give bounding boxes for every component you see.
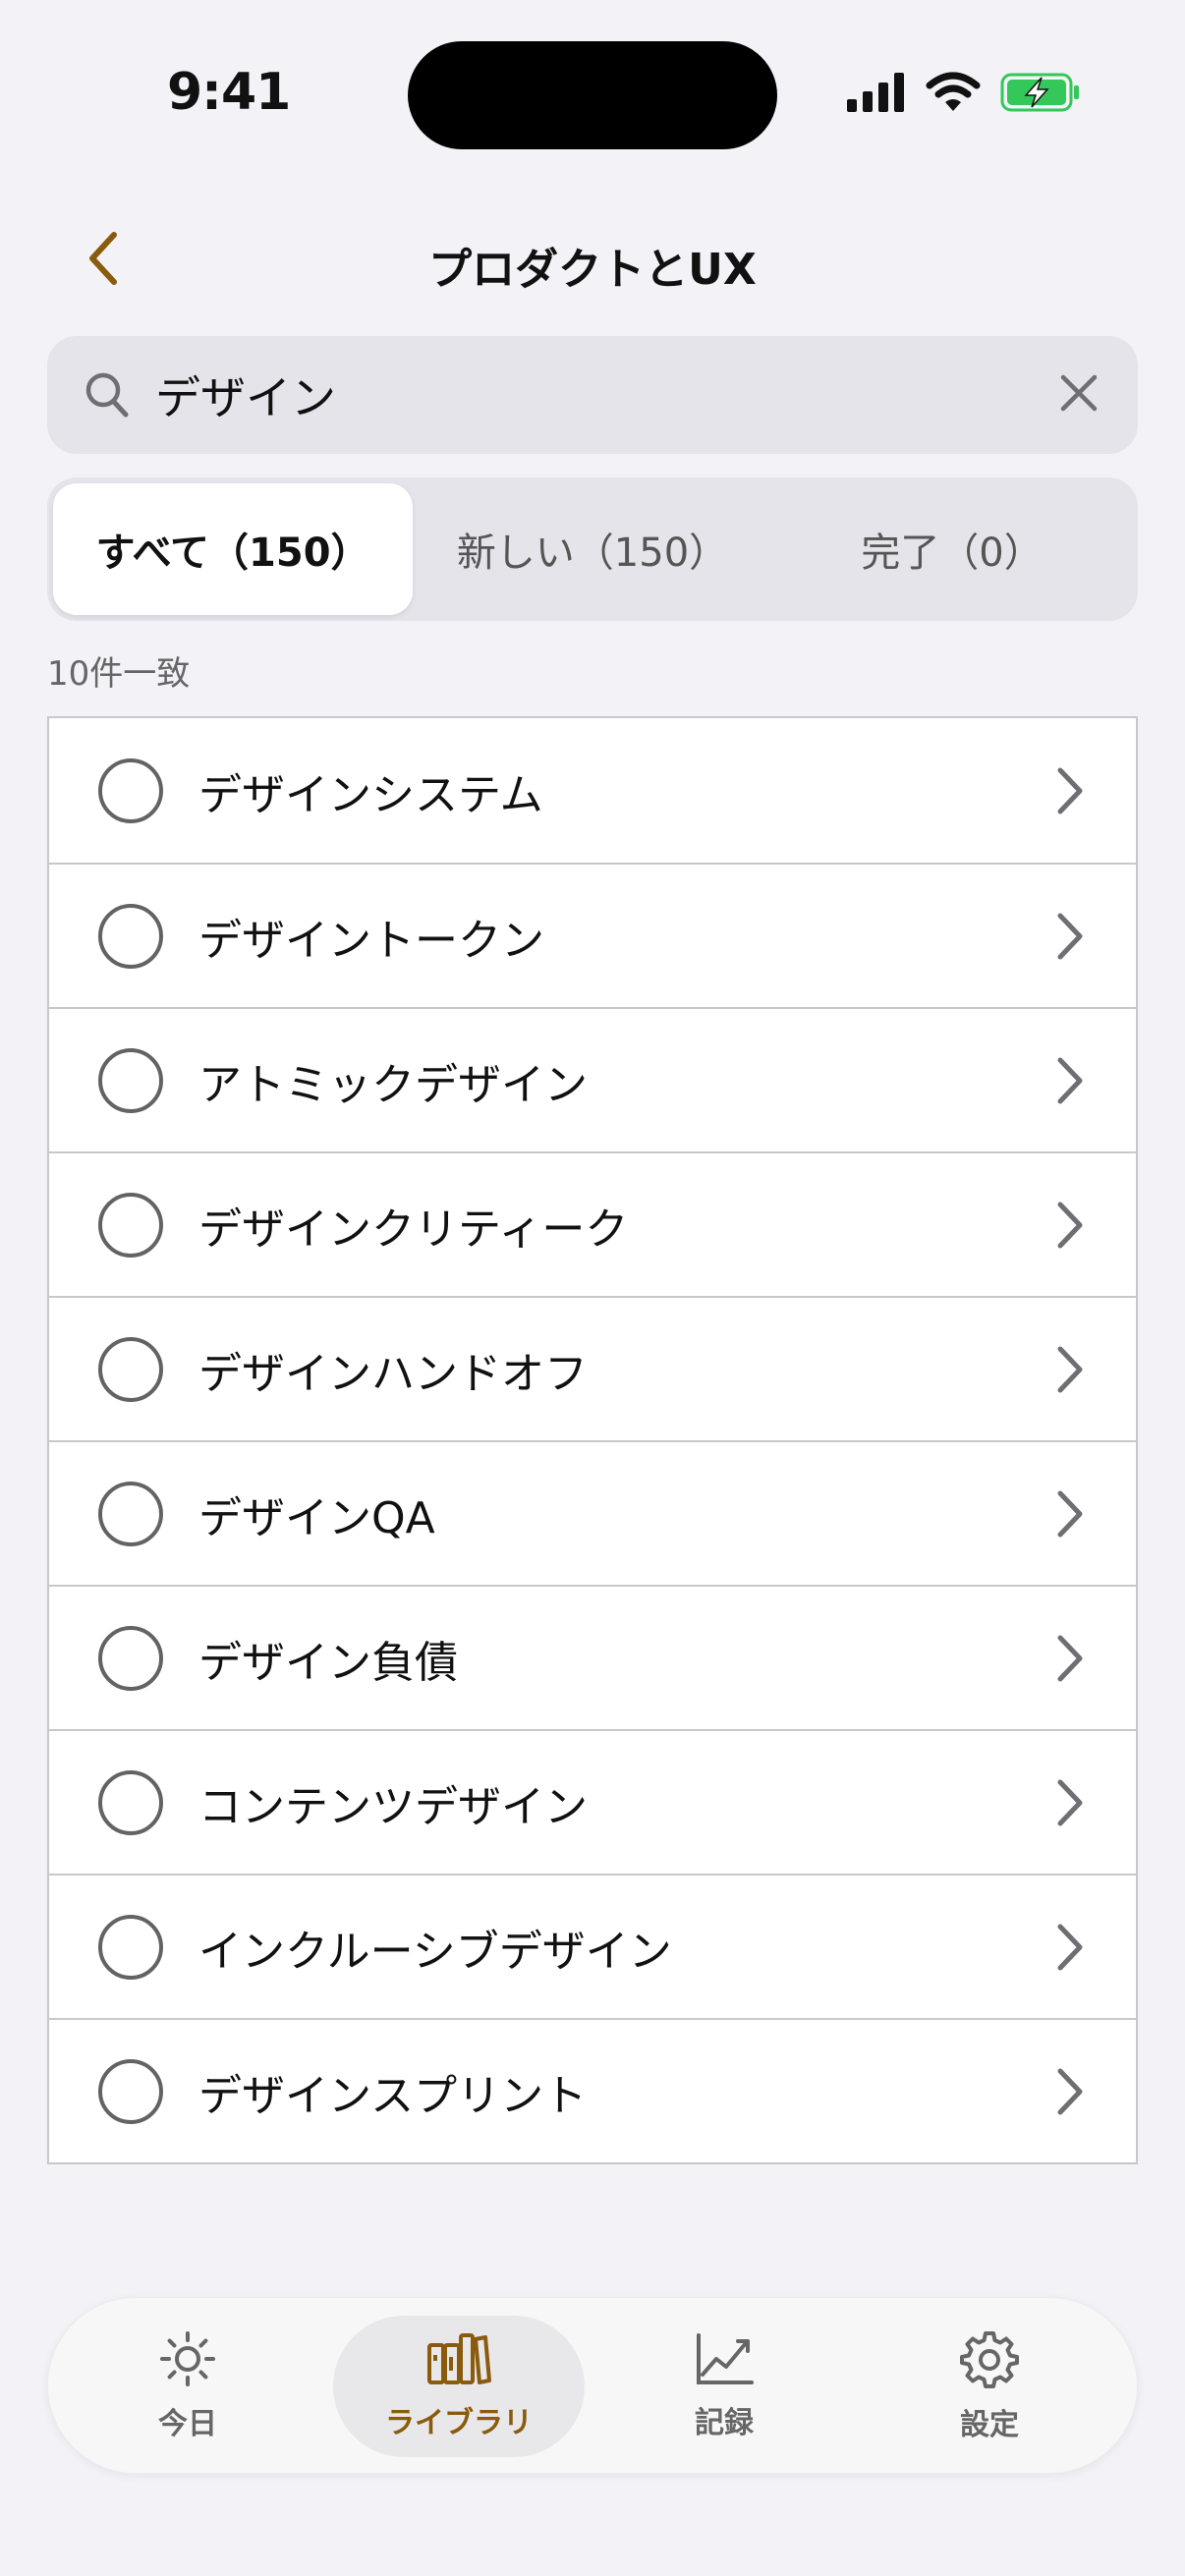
circle-checkbox-icon[interactable] xyxy=(98,1047,163,1113)
list-item[interactable]: デザインQA xyxy=(49,1440,1136,1585)
wifi-icon xyxy=(926,72,981,117)
chevron-right-icon xyxy=(1055,1344,1085,1395)
circle-checkbox-icon[interactable] xyxy=(98,1769,163,1835)
circle-checkbox-icon[interactable] xyxy=(98,1481,163,1546)
match-count: 10件一致 xyxy=(47,654,191,694)
close-icon xyxy=(1059,373,1099,417)
tab-library[interactable]: ライブラリ xyxy=(333,2316,585,2457)
list-item[interactable]: デザインシステム xyxy=(49,718,1136,863)
circle-checkbox-icon[interactable] xyxy=(98,903,163,969)
status-time: 9:41 xyxy=(167,63,291,122)
chevron-right-icon xyxy=(1055,1777,1085,1828)
page-title: プロダクトとUX xyxy=(428,245,757,295)
app-screen: 9:41 プロダクトとUX デザイン すべて（150） 新しい（150） 完了（… xyxy=(0,0,1185,2576)
books-icon xyxy=(426,2331,491,2390)
list-item-label: デザインQA xyxy=(198,1492,435,1543)
tab-bar: 今日 ライブラリ 記録 設定 xyxy=(47,2297,1138,2474)
list-item[interactable]: コンテンツデザイン xyxy=(49,1729,1136,1874)
magnifying-glass-icon xyxy=(85,371,130,422)
sun-icon xyxy=(159,2330,216,2391)
chevron-right-icon xyxy=(1055,1200,1085,1251)
chevron-right-icon xyxy=(1055,1922,1085,1973)
list-item-label: コンテンツデザイン xyxy=(198,1781,588,1832)
tab-records[interactable]: 記録 xyxy=(598,2316,850,2457)
battery-charging-icon xyxy=(1000,72,1083,117)
circle-checkbox-icon[interactable] xyxy=(98,1914,163,1980)
tab-settings[interactable]: 設定 xyxy=(864,2316,1115,2457)
status-icons xyxy=(847,71,1083,118)
circle-checkbox-icon[interactable] xyxy=(98,757,163,823)
chevron-right-icon xyxy=(1055,2066,1085,2117)
segment-done[interactable]: 完了（0） xyxy=(772,483,1132,615)
list-item-label: デザイントークン xyxy=(198,915,544,966)
status-bar: 9:41 xyxy=(0,0,1185,177)
list-item[interactable]: デザイン負債 xyxy=(49,1585,1136,1729)
circle-checkbox-icon[interactable] xyxy=(98,2058,163,2124)
segment-new[interactable]: 新しい（150） xyxy=(413,483,772,615)
search-bar xyxy=(47,336,1138,454)
tab-label: ライブラリ xyxy=(385,2406,533,2440)
chevron-right-icon xyxy=(1055,765,1085,816)
gear-icon xyxy=(960,2329,1019,2392)
tab-label: 今日 xyxy=(158,2407,217,2441)
tab-today[interactable]: 今日 xyxy=(62,2316,313,2457)
navigation-bar: プロダクトとUX xyxy=(0,216,1185,305)
list-item[interactable]: デザインスプリント xyxy=(49,2018,1136,2162)
tab-label: 設定 xyxy=(960,2408,1019,2442)
list-item[interactable]: デザイントークン xyxy=(49,863,1136,1007)
chevron-right-icon xyxy=(1055,1633,1085,1684)
filter-segmented-control: すべて（150） 新しい（150） 完了（0） xyxy=(47,477,1138,621)
dynamic-island xyxy=(408,41,777,149)
circle-checkbox-icon[interactable] xyxy=(98,1625,163,1691)
chart-line-icon xyxy=(695,2331,754,2390)
circle-checkbox-icon[interactable] xyxy=(98,1336,163,1402)
clear-search-button[interactable] xyxy=(1049,365,1108,424)
list-item-label: デザインスプリント xyxy=(198,2070,588,2121)
list-item[interactable]: インクルーシブデザイン xyxy=(49,1874,1136,2018)
search-input[interactable] xyxy=(155,336,1040,454)
tab-label: 記録 xyxy=(695,2406,754,2440)
list-item[interactable]: デザインクリティーク xyxy=(49,1151,1136,1296)
circle-checkbox-icon[interactable] xyxy=(98,1192,163,1258)
list-item-label: デザインハンドオフ xyxy=(198,1348,588,1399)
list-item-label: デザイン負債 xyxy=(198,1637,458,1688)
cellular-signal-icon xyxy=(847,73,906,116)
chevron-right-icon xyxy=(1055,911,1085,962)
list-item-label: アトミックデザイン xyxy=(198,1059,588,1110)
chevron-right-icon xyxy=(1055,1055,1085,1106)
list-item[interactable]: デザインハンドオフ xyxy=(49,1296,1136,1440)
list-item[interactable]: アトミックデザイン xyxy=(49,1007,1136,1151)
list-item-label: インクルーシブデザイン xyxy=(198,1926,672,1977)
segment-all[interactable]: すべて（150） xyxy=(53,483,413,615)
chevron-right-icon xyxy=(1055,1488,1085,1540)
list-item-label: デザインシステム xyxy=(198,769,543,820)
list-item-label: デザインクリティーク xyxy=(198,1204,629,1255)
result-list: デザインシステム デザイントークン アトミックデザイン デザインクリティーク デ… xyxy=(47,716,1138,2164)
